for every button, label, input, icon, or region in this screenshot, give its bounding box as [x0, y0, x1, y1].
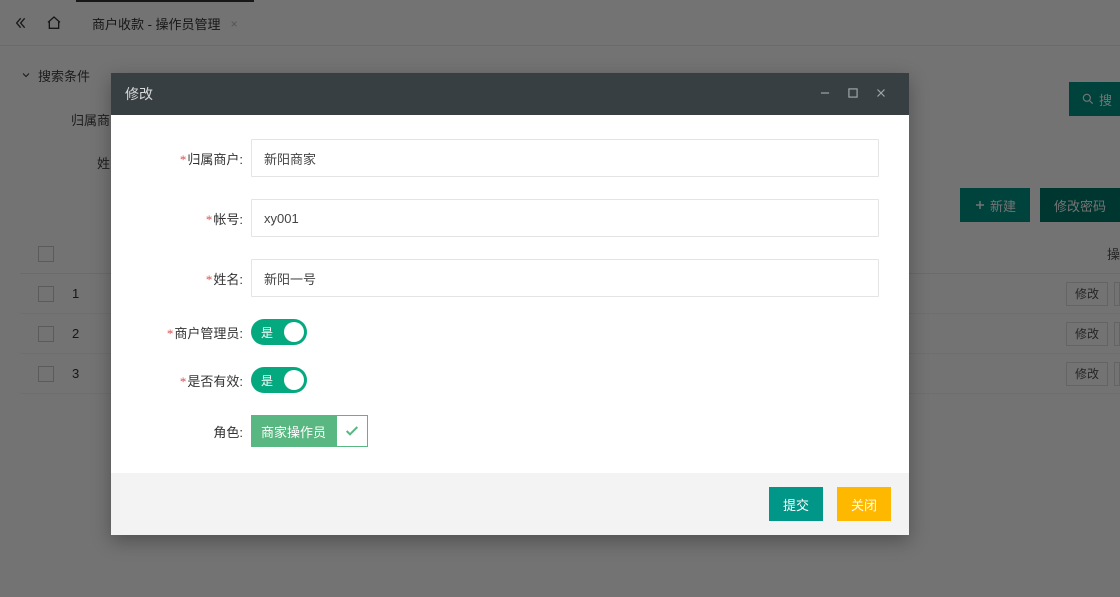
maximize-icon[interactable]	[839, 86, 867, 103]
close-button[interactable]: 关闭	[837, 487, 891, 521]
modal-header: 修改	[111, 73, 909, 115]
is-admin-toggle[interactable]: 是	[251, 319, 307, 345]
role-tag-check-icon	[336, 415, 368, 447]
edit-modal: 修改 *归属商户: *帐号: *姓名:	[111, 73, 909, 535]
label-role: 角色:	[213, 425, 243, 440]
name-input[interactable]	[251, 259, 879, 297]
modal-title: 修改	[125, 84, 811, 104]
form-row-merchant: *归属商户:	[141, 139, 879, 177]
submit-button[interactable]: 提交	[769, 487, 823, 521]
account-input[interactable]	[251, 199, 879, 237]
form-row-name: *姓名:	[141, 259, 879, 297]
modal-footer: 提交 关闭	[111, 473, 909, 535]
switch-knob	[284, 322, 304, 342]
submit-label: 提交	[783, 495, 809, 514]
merchant-input[interactable]	[251, 139, 879, 177]
role-tag[interactable]: 商家操作员	[251, 415, 368, 447]
label-account: 帐号:	[213, 212, 243, 227]
form-row-account: *帐号:	[141, 199, 879, 237]
switch-text: 是	[261, 372, 273, 389]
label-is-valid: 是否有效:	[187, 374, 243, 389]
form-row-is-valid: *是否有效: 是	[141, 367, 879, 393]
minimize-icon[interactable]	[811, 86, 839, 103]
modal-body: *归属商户: *帐号: *姓名: *商户管理员: 是 *是否有效:	[111, 115, 909, 473]
switch-knob	[284, 370, 304, 390]
role-tag-label: 商家操作员	[251, 415, 336, 447]
form-row-role: 角色: 商家操作员	[141, 415, 879, 447]
switch-text: 是	[261, 324, 273, 341]
form-row-is-admin: *商户管理员: 是	[141, 319, 879, 345]
is-valid-toggle[interactable]: 是	[251, 367, 307, 393]
close-icon[interactable]	[867, 86, 895, 103]
label-name: 姓名:	[213, 272, 243, 287]
close-label: 关闭	[851, 495, 877, 514]
page: 商户收款 - 操作员管理 × 搜索条件 归属商 姓 搜 新建	[0, 0, 1120, 597]
label-is-admin: 商户管理员:	[174, 326, 243, 341]
label-merchant: 归属商户:	[187, 152, 243, 167]
